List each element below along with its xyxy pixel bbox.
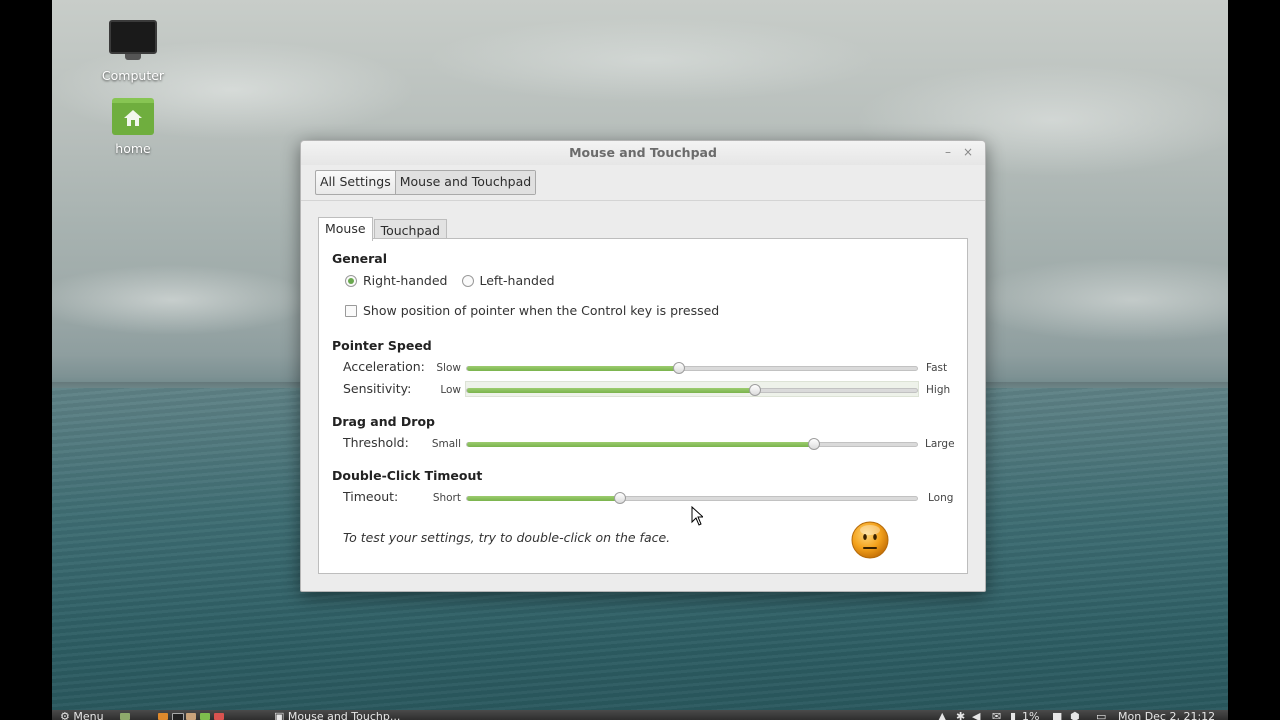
threshold-slider-fill: [467, 442, 814, 447]
volume-icon[interactable]: ◀: [972, 711, 980, 720]
show-pointer-checkbox[interactable]: [345, 304, 357, 317]
tab-mouse[interactable]: Mouse: [318, 217, 373, 241]
section-drag-drop-heading: Drag and Drop: [332, 414, 435, 429]
menu-label: Menu: [73, 710, 104, 720]
timeout-label: Timeout:: [343, 489, 399, 504]
menu-button[interactable]: ⚙ Menu: [60, 710, 104, 720]
battery-icon[interactable]: ▮: [1010, 711, 1016, 720]
acceleration-max-label: Fast: [926, 362, 948, 374]
desktop-icon-label: home: [115, 141, 151, 156]
acceleration-slider[interactable]: [466, 362, 918, 374]
threshold-min-label: Small: [431, 438, 461, 450]
computer-icon: [109, 20, 157, 60]
threshold-max-label: Large: [925, 438, 955, 450]
section-pointer-speed-heading: Pointer Speed: [332, 338, 432, 353]
network-icon[interactable]: ▲: [938, 711, 946, 720]
clock[interactable]: Mon Dec 2, 21:12: [1118, 711, 1215, 720]
threshold-slider[interactable]: [466, 438, 918, 450]
screen: Computer home Mouse and Touchpad – × All…: [0, 0, 1280, 720]
desktop-icon-computer[interactable]: Computer: [83, 20, 183, 83]
header-separator: [301, 200, 985, 201]
radio-right-handed-label[interactable]: Right-handed: [363, 273, 448, 288]
show-pointer-row: Show position of pointer when the Contro…: [345, 303, 719, 318]
taskbar-window-label: Mouse and Touchp...: [287, 710, 401, 720]
double-click-test-face-icon[interactable]: [851, 521, 889, 559]
gear-icon: ⚙: [60, 710, 70, 720]
sensitivity-max-label: High: [926, 384, 951, 396]
firefox-launcher-icon[interactable]: [158, 713, 168, 720]
timeout-slider-handle[interactable]: [614, 492, 626, 504]
timeout-slider[interactable]: [466, 492, 918, 504]
timeout-max-label: Long: [928, 492, 954, 504]
sensitivity-label: Sensitivity:: [343, 381, 412, 396]
acceleration-min-label: Slow: [436, 362, 461, 374]
section-double-click-heading: Double-Click Timeout: [332, 468, 483, 483]
window-title: Mouse and Touchpad: [569, 145, 717, 160]
taskbar: ⚙ Menu ▣ Mouse and Touchp... ▲ ✱ ◀ ✉ ▮ 1…: [52, 710, 1228, 720]
sensitivity-slider-handle[interactable]: [749, 384, 761, 396]
threshold-label: Threshold:: [343, 435, 409, 450]
sensitivity-slider[interactable]: [466, 384, 918, 396]
radio-left-handed-label[interactable]: Left-handed: [480, 273, 555, 288]
double-click-test-hint: To test your settings, try to double-cli…: [343, 530, 671, 545]
handedness-group: Right-handed Left-handed: [345, 273, 555, 288]
settings-app-icon: ▣: [274, 710, 285, 720]
timeout-min-label: Short: [432, 492, 461, 504]
mouse-cursor-icon: [691, 506, 703, 526]
tab-bar: Mouse Touchpad: [318, 217, 448, 241]
browser-launcher-icon[interactable]: [214, 713, 224, 720]
sensitivity-slider-fill: [467, 388, 755, 393]
section-general-heading: General: [332, 251, 387, 266]
show-pointer-label[interactable]: Show position of pointer when the Contro…: [363, 303, 719, 318]
window-titlebar[interactable]: Mouse and Touchpad – ×: [301, 141, 985, 165]
close-button[interactable]: ×: [961, 145, 975, 159]
mouse-touchpad-window: Mouse and Touchpad – × All Settings Mous…: [300, 140, 986, 592]
threshold-slider-handle[interactable]: [807, 438, 820, 450]
show-desktop-icon[interactable]: [120, 713, 130, 720]
breadcrumb-all-settings[interactable]: All Settings: [316, 171, 395, 194]
mouse-settings-panel: General Right-handed Left-handed Show po…: [318, 238, 968, 574]
taskbar-window-button[interactable]: ▣ Mouse and Touchp...: [274, 710, 401, 720]
home-folder-icon: [112, 98, 154, 135]
desktop-icon-home[interactable]: home: [83, 98, 183, 156]
workspace-icon[interactable]: ▭: [1096, 711, 1106, 720]
timeout-slider-fill: [467, 496, 620, 501]
radio-right-handed[interactable]: [345, 274, 357, 287]
software-launcher-icon[interactable]: [200, 713, 210, 720]
radio-left-handed[interactable]: [461, 274, 474, 287]
files-launcher-icon[interactable]: [186, 713, 196, 720]
acceleration-slider-fill: [467, 366, 679, 371]
shield-icon[interactable]: ⬢: [1070, 711, 1080, 720]
bluetooth-icon[interactable]: ✱: [956, 711, 965, 720]
terminal-launcher-icon[interactable]: [172, 713, 184, 720]
mail-icon[interactable]: ✉: [992, 711, 1001, 720]
acceleration-slider-handle[interactable]: [672, 362, 685, 374]
battery-percent: 1%: [1022, 710, 1040, 720]
tab-touchpad[interactable]: Touchpad: [373, 219, 447, 240]
minimize-button[interactable]: –: [941, 145, 955, 159]
power-icon[interactable]: ■: [1052, 711, 1062, 720]
breadcrumb: All Settings Mouse and Touchpad: [315, 170, 537, 195]
desktop-icon-label: Computer: [101, 68, 165, 83]
breadcrumb-mouse-touchpad[interactable]: Mouse and Touchpad: [394, 171, 536, 194]
sensitivity-min-label: Low: [440, 384, 461, 396]
